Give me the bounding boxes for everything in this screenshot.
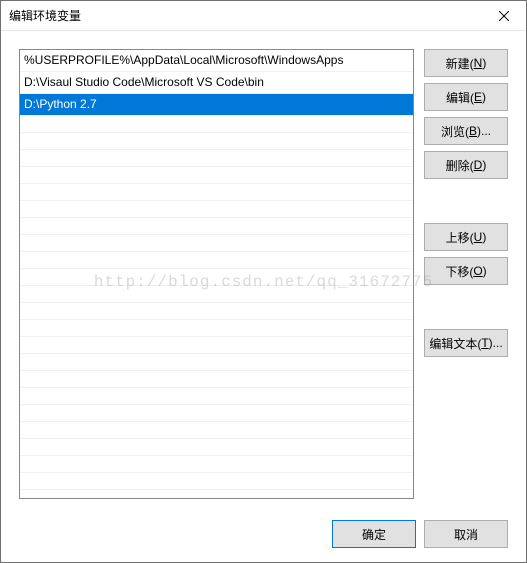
close-icon [499,11,509,21]
ok-button[interactable]: 确定 [332,520,416,548]
list-empty-row [20,116,413,133]
footer: 确定 取消 [1,506,526,562]
moveup-button[interactable]: 上移(U) [424,223,508,251]
list-empty-row [20,184,413,201]
spacer [424,185,508,217]
list-empty-row [20,405,413,422]
window-title: 编辑环境变量 [9,7,481,24]
list-empty-row [20,388,413,405]
list-empty-row [20,439,413,456]
list-empty-row [20,235,413,252]
cancel-button[interactable]: 取消 [424,520,508,548]
list-empty-row [20,473,413,490]
edittext-button[interactable]: 编辑文本(T)... [424,329,508,357]
list-empty-row [20,201,413,218]
list-empty-row [20,150,413,167]
path-listbox[interactable]: %USERPROFILE%\AppData\Local\Microsoft\Wi… [19,49,414,499]
new-button[interactable]: 新建(N) [424,49,508,77]
list-empty-row [20,337,413,354]
list-empty-row [20,456,413,473]
list-empty-row [20,133,413,150]
list-empty-row [20,269,413,286]
list-empty-row [20,422,413,439]
list-item[interactable]: D:\Python 2.7 [20,94,413,116]
delete-button[interactable]: 删除(D) [424,151,508,179]
close-button[interactable] [481,1,526,31]
spacer [424,291,508,323]
list-empty-row [20,252,413,269]
edit-button[interactable]: 编辑(E) [424,83,508,111]
list-empty-row [20,286,413,303]
list-empty-row [20,218,413,235]
button-column: 新建(N) 编辑(E) 浏览(B)... 删除(D) 上移(U) 下移(O) 编… [424,49,508,499]
list-item[interactable]: D:\Visaul Studio Code\Microsoft VS Code\… [20,72,413,94]
content-area: %USERPROFILE%\AppData\Local\Microsoft\Wi… [1,31,526,499]
list-empty-row [20,371,413,388]
list-empty-row [20,167,413,184]
list-empty-row [20,320,413,337]
browse-button[interactable]: 浏览(B)... [424,117,508,145]
list-empty-row [20,303,413,320]
titlebar: 编辑环境变量 [1,1,526,31]
list-item[interactable]: %USERPROFILE%\AppData\Local\Microsoft\Wi… [20,50,413,72]
movedown-button[interactable]: 下移(O) [424,257,508,285]
list-empty-row [20,354,413,371]
